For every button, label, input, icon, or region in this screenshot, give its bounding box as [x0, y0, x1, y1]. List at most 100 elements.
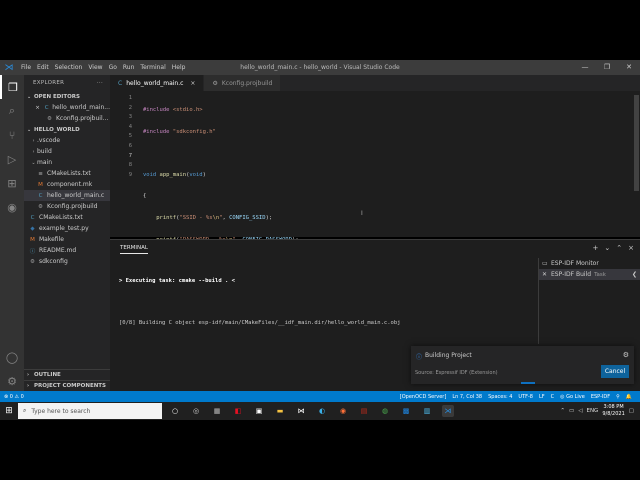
chevron-up-icon[interactable]: ⌃ — [560, 408, 565, 414]
cancel-button[interactable]: Cancel — [601, 365, 629, 378]
code-line[interactable] — [143, 149, 299, 159]
status-esp-idf[interactable]: ESP-IDF — [591, 394, 610, 400]
run-debug-icon[interactable]: ▷ — [0, 147, 24, 171]
problems-indicator[interactable]: ⊗ 0 ⚠ 0 — [4, 394, 24, 400]
clock[interactable]: 3:08 PM 9/8/2021 — [602, 404, 624, 418]
app-icon[interactable]: ▩ — [400, 405, 412, 417]
edge-icon[interactable]: ◐ — [316, 405, 328, 417]
outline-section[interactable]: › OUTLINE — [24, 369, 110, 380]
code-line[interactable]: #include <stdio.h> — [143, 106, 299, 116]
office-icon[interactable]: ◧ — [232, 405, 244, 417]
tree-file-selected[interactable]: Chello_world_main.c — [24, 190, 110, 201]
tree-file[interactable]: M Makefile — [24, 234, 110, 245]
tree-folder[interactable]: › build — [24, 146, 110, 157]
menu-view[interactable]: View — [88, 64, 102, 71]
tree-file[interactable]: ⓘ README.md — [24, 245, 110, 256]
explorer-header: EXPLORER ··· — [33, 80, 103, 86]
code-line[interactable]: #include "sdkconfig.h" — [143, 128, 299, 138]
search-icon[interactable]: ⌕ — [0, 99, 24, 123]
close-window-icon[interactable]: ✕ — [618, 60, 640, 75]
code-editor[interactable]: 1 2 3 4 5 6 7 8 9 #include <stdio.h> #in… — [110, 91, 640, 264]
app-icon[interactable]: ⋈ — [295, 405, 307, 417]
terminal-item-monitor[interactable]: ▭ ESP-IDF Monitor — [539, 258, 640, 269]
tree-file[interactable]: ≡ CMakeLists.txt — [24, 168, 110, 179]
tree-file[interactable]: C CMakeLists.txt — [24, 212, 110, 223]
source-control-icon[interactable]: ⑂ — [0, 123, 24, 147]
tree-file[interactable]: ⚙ sdkconfig — [24, 256, 110, 267]
menu-run[interactable]: Run — [123, 64, 135, 71]
open-editor-item[interactable]: × C hello_world_main... — [24, 102, 110, 113]
network-icon[interactable]: ▭ — [569, 408, 574, 414]
chrome-icon[interactable]: ◍ — [379, 405, 391, 417]
code-line[interactable]: { — [143, 192, 299, 202]
esp-idf-icon[interactable]: ◉ — [0, 195, 24, 219]
status-eol[interactable]: LF — [539, 394, 545, 400]
taskbar-search-input[interactable]: ⌕ Type here to search — [18, 403, 162, 419]
more-icon[interactable]: ··· — [97, 80, 103, 86]
maximize-icon[interactable]: ❐ — [596, 60, 618, 75]
status-indentation[interactable]: Spaces: 4 — [488, 394, 512, 400]
tree-file[interactable]: ⚙ Kconfig.projbuild — [24, 201, 110, 212]
chevron-down-icon[interactable]: ⌄ — [604, 244, 610, 252]
project-components-section[interactable]: › PROJECT COMPONENTS — [24, 380, 110, 391]
menu-edit[interactable]: Edit — [37, 64, 49, 71]
tab-terminal[interactable]: TERMINAL — [120, 245, 148, 254]
close-icon[interactable]: × — [190, 80, 195, 87]
gear-icon[interactable]: ⚙ — [623, 351, 629, 359]
task-view-icon[interactable]: ○ — [169, 405, 181, 417]
editor-scrollbar[interactable] — [632, 91, 640, 237]
new-terminal-icon[interactable]: + — [593, 244, 599, 252]
tree-file[interactable]: Mcomponent.mk — [24, 179, 110, 190]
app-icon[interactable]: ▦ — [211, 405, 223, 417]
open-editor-item[interactable]: ⚙ Kconfig.projbuil... — [24, 113, 110, 124]
extensions-icon[interactable]: ⊞ — [0, 171, 24, 195]
notifications-icon[interactable]: ▢ — [629, 408, 634, 414]
tree-folder[interactable]: ⌄ main — [24, 157, 110, 168]
chevron-left-icon[interactable]: ❮ — [632, 271, 637, 278]
terminal-item-build[interactable]: ✕ ESP-IDF Build Task ❮ — [539, 269, 640, 280]
status-go-live[interactable]: ◎ Go Live — [560, 394, 585, 400]
minimize-icon[interactable]: — — [574, 60, 596, 75]
tab-hello-world-main[interactable]: C hello_world_main.c × — [110, 75, 205, 91]
app-icon[interactable]: ◎ — [190, 405, 202, 417]
status-cursor-position[interactable]: Ln 7, Col 38 — [452, 394, 482, 400]
feedback-icon[interactable]: ⚲ — [616, 394, 620, 400]
menu-go[interactable]: Go — [109, 64, 117, 71]
status-encoding[interactable]: UTF-8 — [518, 394, 533, 400]
gear-icon[interactable]: ⚙ — [0, 369, 24, 393]
chevron-down-icon: ⌄ — [31, 159, 36, 166]
tab-kconfig[interactable]: ⚙ Kconfig.projbuild — [204, 75, 282, 91]
app-icon[interactable]: ▤ — [358, 405, 370, 417]
app-icon[interactable]: ▣ — [253, 405, 265, 417]
scrollbar-thumb[interactable] — [634, 95, 639, 191]
maximize-panel-icon[interactable]: ⌃ — [616, 244, 622, 252]
volume-icon[interactable]: ◁ — [578, 408, 582, 414]
terminal-output[interactable]: > Executing task: cmake --build . < [0/8… — [119, 265, 400, 340]
account-icon[interactable]: ◯ — [0, 345, 24, 369]
windows-start-icon[interactable]: ⊞ — [0, 406, 18, 416]
vscode-taskbar-icon[interactable]: ⋊ — [442, 405, 454, 417]
python-file-icon: ◆ — [30, 225, 35, 232]
language-indicator[interactable]: ENG — [586, 408, 598, 414]
code-line[interactable]: printf("SSID - %s\n", CONFIG_SSID); — [143, 214, 299, 224]
status-openocd[interactable]: [OpenOCD Server] — [400, 394, 447, 400]
tree-folder[interactable]: › .vscode — [24, 135, 110, 146]
status-language[interactable]: C — [551, 394, 555, 400]
tree-file[interactable]: ◆ example_test.py — [24, 223, 110, 234]
bell-icon[interactable]: 🔔 — [626, 394, 632, 400]
close-panel-icon[interactable]: × — [628, 244, 634, 252]
close-icon[interactable]: × — [34, 105, 41, 111]
open-editors-section[interactable]: ⌄ OPEN EDITORS — [24, 91, 110, 102]
explorer-icon[interactable]: ❐ — [0, 75, 24, 99]
app-icon[interactable]: ▥ — [421, 405, 433, 417]
menu-file[interactable]: File — [21, 64, 31, 71]
menu-bar: File Edit Selection View Go Run Terminal… — [18, 64, 185, 71]
firefox-icon[interactable]: ◉ — [337, 405, 349, 417]
menu-terminal[interactable]: Terminal — [140, 64, 165, 71]
file-explorer-icon[interactable]: ▬ — [274, 405, 286, 417]
menu-help[interactable]: Help — [172, 64, 186, 71]
windows-taskbar: ⊞ ⌕ Type here to search ○ ◎ ▦ ◧ ▣ ▬ ⋈ ◐ … — [0, 402, 640, 420]
project-section[interactable]: ⌄ HELLO_WORLD — [24, 124, 110, 135]
code-line[interactable]: void app_main(void) — [143, 171, 299, 181]
menu-selection[interactable]: Selection — [55, 64, 83, 71]
